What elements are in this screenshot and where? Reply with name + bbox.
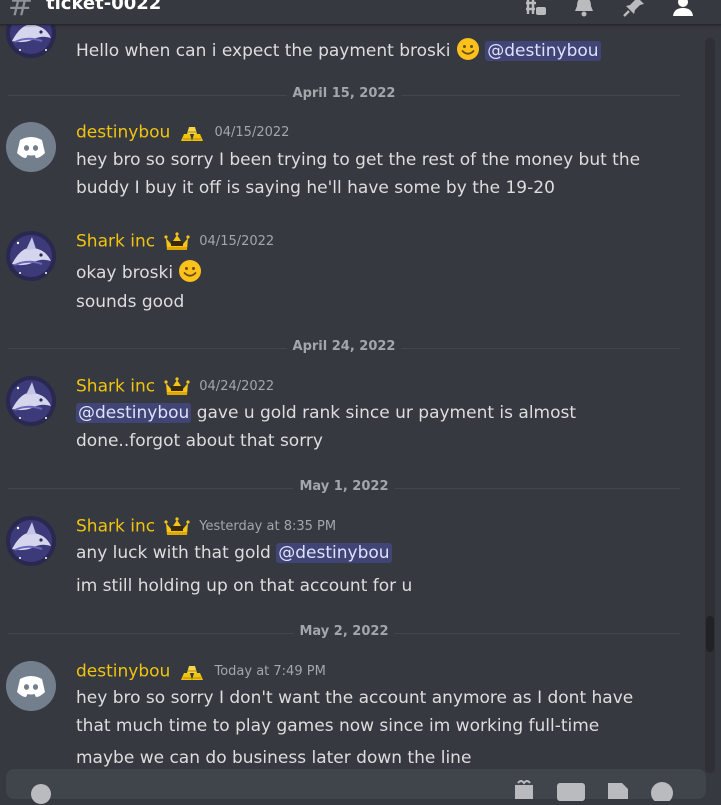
crown-badge xyxy=(164,517,190,537)
date-divider: April 15, 2022 xyxy=(8,85,680,105)
shark-avatar[interactable] xyxy=(6,516,56,566)
message-line: hey bro so sorry I don't want the accoun… xyxy=(76,688,634,708)
emoji-icon[interactable] xyxy=(650,781,674,801)
gif-icon[interactable] xyxy=(556,781,586,801)
gold-bars-badge xyxy=(179,123,205,143)
message-header: Shark inc Yesterday at 8:35 PM xyxy=(76,516,336,538)
message-composer[interactable] xyxy=(6,769,706,804)
date-divider-label: May 1, 2022 xyxy=(293,479,395,494)
message-line: im still holding up on that account for … xyxy=(76,576,413,596)
timestamp: 04/15/2022 xyxy=(214,125,290,140)
smile-emoji-icon xyxy=(456,37,480,61)
date-divider-label: April 15, 2022 xyxy=(286,86,402,101)
message-header: destinybou Today at 7:49 PM xyxy=(76,661,326,683)
message-scrollbar[interactable] xyxy=(705,38,715,773)
message-body: gave u gold rank since ur payment is alm… xyxy=(196,403,577,423)
timestamp: Yesterday at 8:35 PM xyxy=(199,519,337,534)
crown-badge xyxy=(164,232,190,252)
message-text: Hello when can i expect the payment bros… xyxy=(76,37,601,61)
author-name[interactable]: destinybou xyxy=(76,662,170,682)
discord-avatar[interactable] xyxy=(6,122,56,172)
shark-avatar[interactable] xyxy=(6,376,56,426)
date-divider: May 2, 2022 xyxy=(8,623,680,643)
hash-icon: # xyxy=(8,0,34,23)
message-header: Shark inc 04/24/2022 xyxy=(76,376,274,398)
author-name[interactable]: destinybou xyxy=(76,123,170,143)
date-divider-label: April 24, 2022 xyxy=(286,339,402,354)
scrollbar-thumb[interactable] xyxy=(706,616,714,652)
timestamp: 04/24/2022 xyxy=(199,379,275,394)
gold-bars-badge xyxy=(179,662,205,682)
message-line: hey bro so sorry I been trying to get th… xyxy=(76,150,641,170)
smile-emoji-icon xyxy=(178,259,202,283)
pin-icon[interactable] xyxy=(622,0,646,18)
author-name[interactable]: Shark inc xyxy=(76,232,155,252)
author-name[interactable]: Shark inc xyxy=(76,377,155,397)
bell-icon[interactable] xyxy=(572,0,596,18)
discord-avatar[interactable] xyxy=(6,661,56,711)
sticker-icon[interactable] xyxy=(606,779,630,799)
date-divider: May 1, 2022 xyxy=(8,478,680,498)
user-mention[interactable]: @destinybou xyxy=(276,543,392,563)
threads-icon[interactable] xyxy=(523,0,547,18)
author-name[interactable]: Shark inc xyxy=(76,517,155,537)
shark-avatar[interactable] xyxy=(6,231,56,281)
timestamp: Today at 7:49 PM xyxy=(214,664,326,679)
message-line: sounds good xyxy=(76,292,185,312)
add-attachment-icon[interactable] xyxy=(30,783,52,805)
channel-name: ticket-0022 xyxy=(46,0,162,14)
message-text: @destinybou gave u gold rank since ur pa… xyxy=(76,403,576,423)
crown-badge xyxy=(164,377,190,397)
gift-icon[interactable] xyxy=(512,779,536,799)
message-header: destinybou 04/15/2022 xyxy=(76,122,289,144)
date-divider: April 24, 2022 xyxy=(8,338,680,358)
message-body: Hello when can i expect the payment bros… xyxy=(76,41,451,61)
members-icon[interactable] xyxy=(671,0,695,18)
user-mention[interactable]: @destinybou xyxy=(485,41,601,61)
channel-header: # ticket-0022 xyxy=(0,0,721,25)
message-body: okay broski xyxy=(76,263,174,283)
date-divider-label: May 2, 2022 xyxy=(293,624,395,639)
message-line: maybe we can do business later down the … xyxy=(76,748,472,768)
message-header: Shark inc 04/15/2022 xyxy=(76,231,274,253)
message-body: any luck with that gold xyxy=(76,543,271,563)
message-text: okay broski xyxy=(76,259,202,283)
message-text: any luck with that gold @destinybou xyxy=(76,543,392,563)
timestamp: 04/15/2022 xyxy=(199,234,275,249)
message-line: done..forgot about that sorry xyxy=(76,431,323,451)
user-mention[interactable]: @destinybou xyxy=(76,403,192,423)
message-line: that much time to play games now since i… xyxy=(76,716,600,736)
message-line: buddy I buy it off is saying he'll have … xyxy=(76,178,555,198)
